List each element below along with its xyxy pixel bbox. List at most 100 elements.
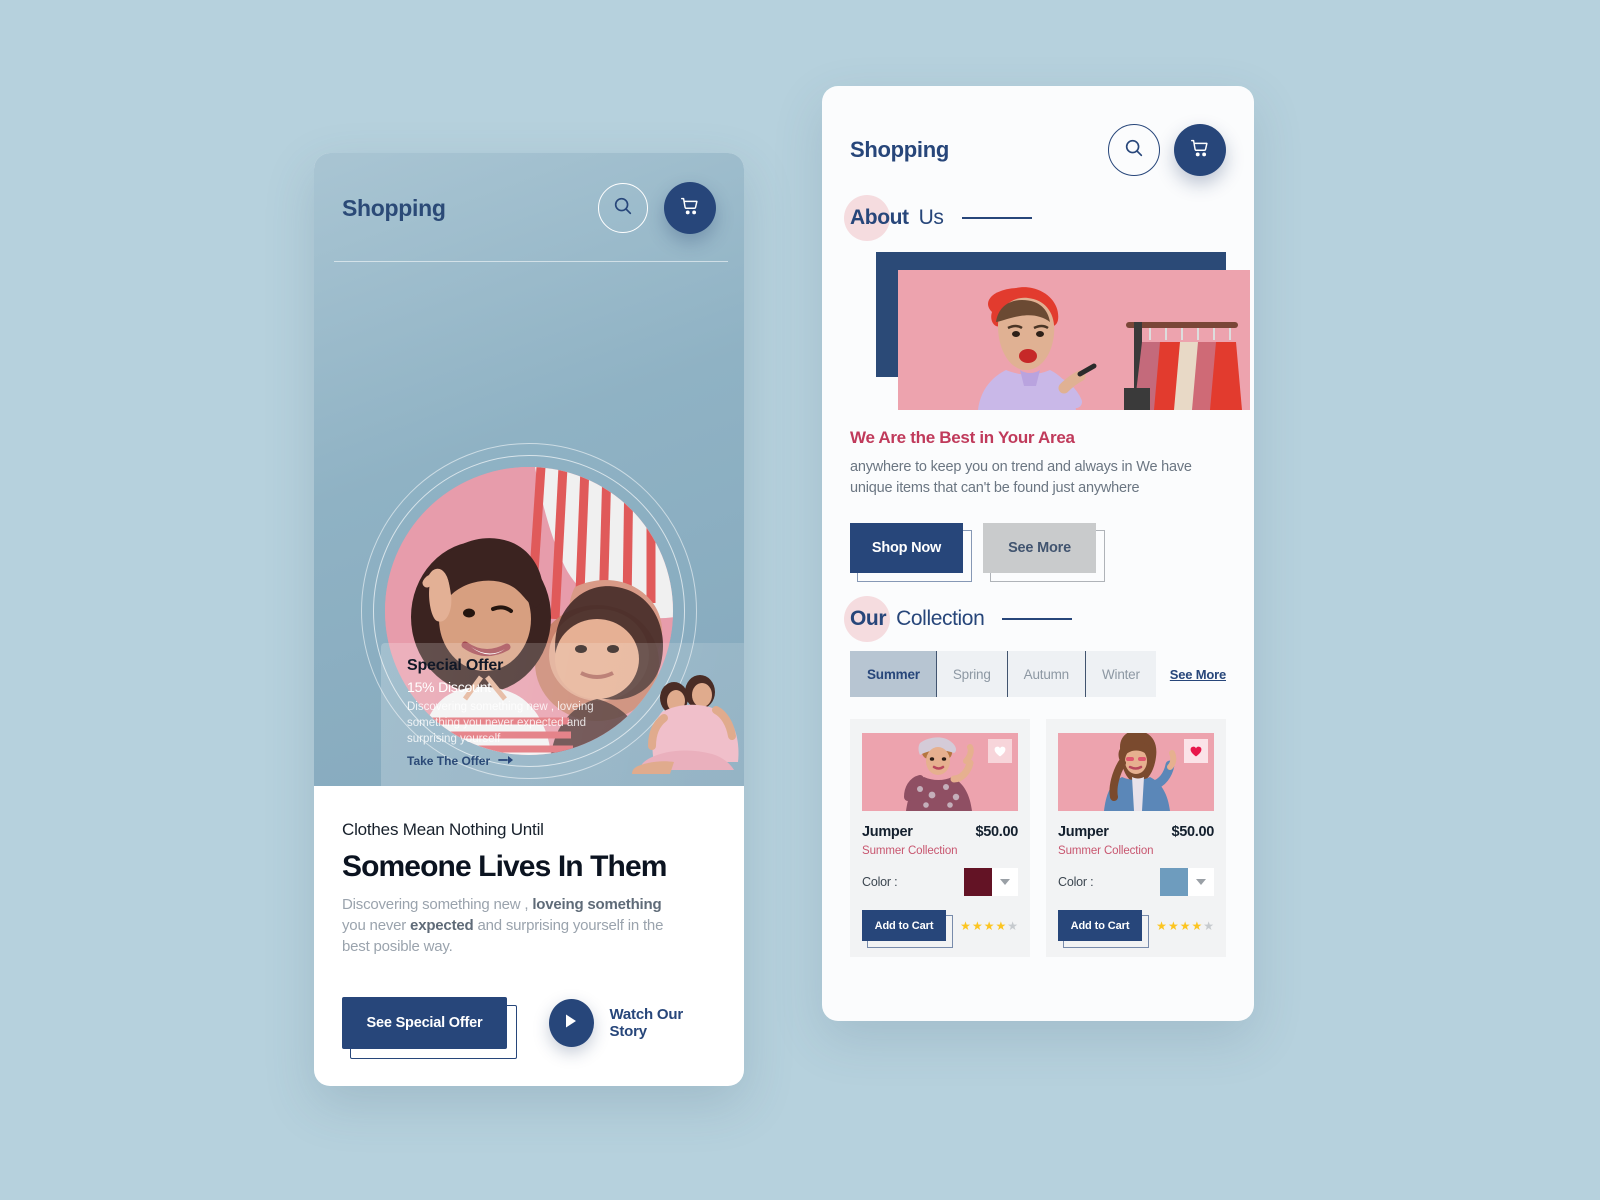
take-the-offer-link[interactable]: Take The Offer bbox=[407, 754, 631, 768]
right-topbar: Shopping bbox=[850, 124, 1226, 176]
left-topbar: Shopping bbox=[314, 153, 744, 263]
shop-now-wrapper: Shop Now bbox=[850, 523, 972, 582]
heading-rule bbox=[961, 216, 1032, 220]
product-color-row: Color : bbox=[1058, 868, 1214, 896]
star-icon: ★ bbox=[1167, 918, 1179, 933]
search-button[interactable] bbox=[598, 183, 648, 233]
lede-part-2: you never bbox=[342, 917, 411, 934]
shop-now-button[interactable]: Shop Now bbox=[850, 523, 963, 573]
rating-stars: ★ ★ ★ ★ ★ bbox=[960, 920, 1018, 932]
product-name-row: Jumper $50.00 bbox=[862, 824, 1018, 840]
product-collection: Summer Collection bbox=[862, 845, 958, 857]
canvas: Shopping Special Offer 15% Discount Disc… bbox=[0, 0, 1600, 1200]
about-buttons: Shop Now See More bbox=[850, 523, 1226, 582]
season-tabs-row: Summer Spring Autumn Winter See More bbox=[850, 651, 1226, 697]
about-photo bbox=[898, 270, 1250, 410]
our-collection-heading: Our Collection bbox=[844, 596, 1226, 642]
chevron-down-icon[interactable] bbox=[1188, 868, 1214, 896]
about-heading-strong: About bbox=[850, 206, 909, 229]
color-label: Color : bbox=[1058, 875, 1094, 889]
left-body: Clothes Mean Nothing Until Someone Lives… bbox=[314, 786, 744, 1059]
about-copy: anywhere to keep you on trend and always… bbox=[850, 459, 1192, 496]
product-actions: Add to Cart ★ ★ ★ ★ ★ bbox=[1058, 910, 1214, 948]
product-card[interactable]: Jumper $50.00 Summer Collection Color : bbox=[850, 719, 1030, 957]
product-price: $50.00 bbox=[1171, 824, 1214, 840]
color-label: Color : bbox=[862, 875, 898, 889]
star-icon: ★ bbox=[995, 918, 1007, 933]
left-phone-card: Shopping Special Offer 15% Discount Disc… bbox=[314, 153, 744, 1086]
take-the-offer-label: Take The Offer bbox=[407, 754, 491, 768]
favorite-button[interactable] bbox=[988, 739, 1012, 763]
tab-autumn[interactable]: Autumn bbox=[1006, 651, 1085, 697]
left-brand-title: Shopping bbox=[342, 194, 446, 221]
arrow-right-icon bbox=[498, 754, 516, 768]
heart-icon bbox=[994, 746, 1006, 757]
product-price: $50.00 bbox=[975, 824, 1018, 840]
about-figure bbox=[850, 252, 1250, 412]
product-image bbox=[1058, 733, 1214, 811]
search-button[interactable] bbox=[1108, 124, 1160, 176]
star-icon: ★ bbox=[971, 918, 983, 933]
left-topbar-actions bbox=[598, 182, 716, 234]
about-us-heading: About Us bbox=[844, 195, 1226, 241]
tab-spring[interactable]: Spring bbox=[935, 651, 1007, 697]
special-offer-photo bbox=[616, 662, 744, 786]
add-to-cart-button[interactable]: Add to Cart bbox=[1058, 910, 1142, 941]
cart-button[interactable] bbox=[664, 182, 716, 234]
right-phone-card: Shopping About Us We Are the Best in You… bbox=[822, 86, 1254, 1021]
lede-bold-2: expected bbox=[410, 917, 474, 934]
left-hero: Shopping Special Offer 15% Discount Disc… bbox=[314, 153, 744, 786]
product-color-row: Color : bbox=[862, 868, 1018, 896]
chevron-down-icon[interactable] bbox=[992, 868, 1018, 896]
see-special-offer-wrapper: See Special Offer bbox=[342, 997, 517, 1059]
lede-bold-1: loveing something bbox=[532, 896, 662, 913]
color-selector[interactable] bbox=[1160, 868, 1214, 896]
watch-our-story-label: Watch Our Story bbox=[609, 1006, 684, 1040]
see-special-offer-button[interactable]: See Special Offer bbox=[342, 997, 507, 1049]
play-button[interactable] bbox=[544, 994, 598, 1052]
topbar-divider bbox=[334, 261, 728, 262]
eyebrow-text: Clothes Mean Nothing Until bbox=[342, 820, 544, 839]
product-actions: Add to Cart ★ ★ ★ ★ ★ bbox=[862, 910, 1018, 948]
product-grid: Jumper $50.00 Summer Collection Color : bbox=[850, 719, 1226, 957]
cart-icon bbox=[679, 195, 701, 222]
product-name: Jumper bbox=[862, 824, 913, 840]
see-more-button[interactable]: See More bbox=[983, 523, 1096, 573]
see-more-wrapper: See More bbox=[983, 523, 1105, 582]
star-icon: ★ bbox=[1203, 918, 1214, 933]
star-icon: ★ bbox=[960, 918, 971, 933]
special-offer-description: Discovering something new , loveing some… bbox=[407, 701, 594, 745]
tab-winter[interactable]: Winter bbox=[1084, 651, 1156, 697]
right-topbar-actions bbox=[1108, 124, 1226, 176]
about-title: We Are the Best in Your Area bbox=[850, 428, 1075, 447]
favorite-button[interactable] bbox=[1184, 739, 1208, 763]
add-to-cart-button[interactable]: Add to Cart bbox=[862, 910, 946, 941]
right-brand-title: Shopping bbox=[850, 137, 950, 162]
color-swatch[interactable] bbox=[1160, 868, 1188, 896]
lede-paragraph: Discovering something new , loveing some… bbox=[342, 894, 672, 957]
star-icon: ★ bbox=[1191, 918, 1203, 933]
play-icon bbox=[564, 1013, 578, 1034]
watch-our-story[interactable]: Watch Our Story bbox=[544, 994, 716, 1052]
search-icon bbox=[1123, 137, 1145, 164]
star-icon: ★ bbox=[1156, 918, 1167, 933]
cart-icon bbox=[1189, 137, 1211, 164]
product-name: Jumper bbox=[1058, 824, 1109, 840]
product-card[interactable]: Jumper $50.00 Summer Collection Color : bbox=[1046, 719, 1226, 957]
special-offer-subtitle: 15% Discount bbox=[407, 679, 491, 695]
add-to-cart-wrapper: Add to Cart bbox=[1058, 910, 1149, 948]
add-to-cart-wrapper: Add to Cart bbox=[862, 910, 953, 948]
product-image bbox=[862, 733, 1018, 811]
collection-see-more-link[interactable]: See More bbox=[1170, 667, 1226, 682]
tab-summer[interactable]: Summer bbox=[850, 651, 936, 697]
special-offer-text: Special Offer 15% Discount Discovering s… bbox=[381, 643, 631, 768]
lede-part-1: Discovering something new , bbox=[342, 896, 533, 913]
color-swatch[interactable] bbox=[964, 868, 992, 896]
headline-text: Someone Lives In Them bbox=[342, 850, 667, 883]
color-selector[interactable] bbox=[964, 868, 1018, 896]
cart-button[interactable] bbox=[1174, 124, 1226, 176]
special-offer-card: Special Offer 15% Discount Discovering s… bbox=[381, 643, 744, 786]
search-icon bbox=[612, 195, 634, 222]
collection-heading-light: Collection bbox=[896, 607, 985, 630]
season-tabs: Summer Spring Autumn Winter bbox=[850, 651, 1156, 697]
